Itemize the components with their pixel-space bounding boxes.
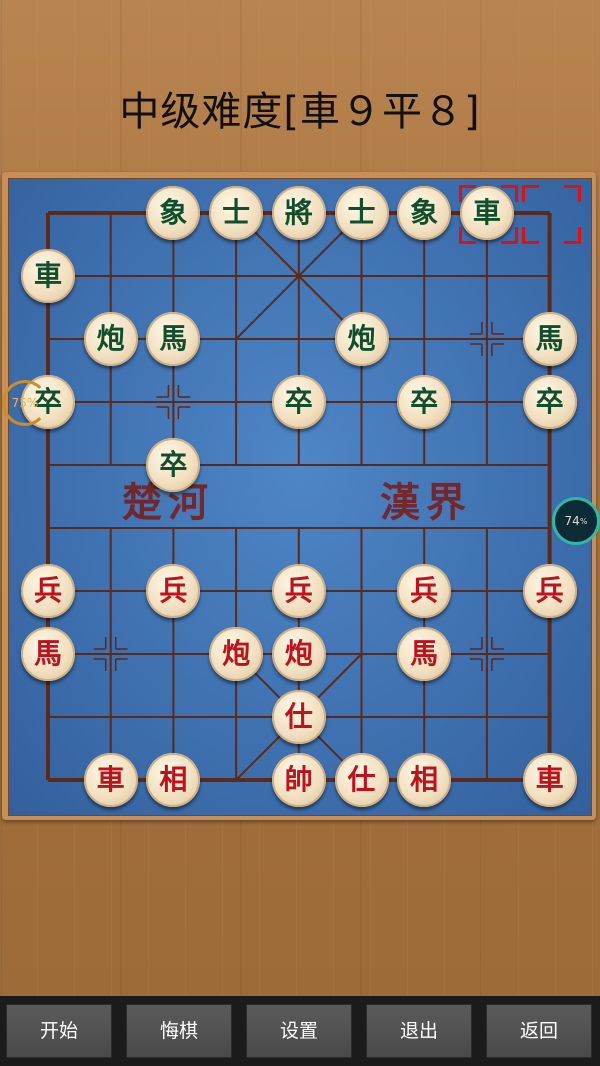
piece-label: 兵 [159, 574, 188, 607]
piece-label: 仕 [284, 700, 313, 733]
piece-label: 卒 [410, 385, 439, 418]
red-piece[interactable]: 兵 [397, 564, 452, 618]
river-label-han: 漢界 [380, 479, 472, 526]
piece-label: 相 [410, 763, 439, 796]
piece-label: 相 [159, 763, 188, 796]
red-piece[interactable]: 車 [522, 753, 577, 807]
black-piece[interactable]: 炮 [334, 312, 389, 366]
piece-label: 車 [535, 763, 564, 796]
piece-label: 炮 [284, 637, 313, 670]
piece-label: 車 [33, 259, 62, 292]
right-gauge-value: 74 [564, 514, 580, 528]
red-piece[interactable]: 兵 [522, 564, 577, 618]
piece-label: 炮 [96, 322, 125, 355]
selection-corner [521, 227, 539, 244]
board-grid [46, 211, 552, 782]
red-piece[interactable]: 兵 [146, 564, 201, 618]
piece-label: 卒 [535, 385, 564, 418]
black-piece[interactable]: 卒 [271, 375, 326, 429]
red-piece[interactable]: 炮 [271, 627, 326, 681]
piece-label: 車 [96, 763, 125, 796]
black-piece[interactable]: 馬 [522, 312, 577, 366]
black-piece[interactable]: 士 [334, 186, 389, 240]
piece-label: 兵 [410, 574, 439, 607]
red-piece[interactable]: 仕 [334, 753, 389, 807]
piece-label: 馬 [159, 322, 188, 355]
piece-label: 帥 [284, 763, 313, 796]
piece-label: 炮 [222, 637, 251, 670]
red-piece[interactable]: 相 [146, 753, 201, 807]
piece-label: 象 [410, 196, 439, 229]
right-gauge-unit: % [579, 516, 588, 526]
black-piece[interactable]: 象 [146, 186, 201, 240]
left-gauge-value: 75% [11, 396, 39, 410]
black-piece[interactable]: 卒 [146, 438, 201, 492]
black-piece[interactable]: 卒 [522, 375, 577, 429]
piece-label: 卒 [284, 385, 313, 418]
piece-label: 車 [472, 196, 501, 229]
selection-corner [521, 185, 539, 202]
piece-label: 兵 [33, 574, 62, 607]
piece-label: 馬 [535, 322, 564, 355]
red-piece[interactable]: 車 [83, 753, 138, 807]
red-piece[interactable]: 炮 [209, 627, 264, 681]
red-piece[interactable]: 馬 [397, 627, 452, 681]
red-piece[interactable]: 兵 [271, 564, 326, 618]
piece-label: 士 [222, 196, 251, 229]
black-piece[interactable]: 車 [21, 249, 75, 303]
piece-label: 馬 [410, 637, 439, 670]
undo-button[interactable]: 悔棋 [126, 1004, 232, 1058]
selection-corner [458, 227, 476, 244]
black-piece[interactable]: 卒 [397, 375, 452, 429]
black-piece[interactable]: 象 [397, 186, 452, 240]
piece-label: 仕 [347, 763, 376, 796]
piece-label: 炮 [347, 322, 376, 355]
red-piece[interactable]: 帥 [271, 753, 326, 807]
black-piece[interactable]: 士 [209, 186, 264, 240]
red-piece[interactable]: 馬 [21, 627, 75, 681]
piece-label: 兵 [284, 574, 313, 607]
left-progress-gauge: 75% [2, 380, 48, 426]
red-piece[interactable]: 仕 [271, 690, 326, 744]
exit-button[interactable]: 退出 [366, 1004, 472, 1058]
selection-corner [500, 185, 518, 202]
black-piece[interactable]: 將 [271, 186, 326, 240]
piece-label: 兵 [535, 574, 564, 607]
selection-corner [563, 185, 581, 202]
right-progress-gauge: 74% [552, 497, 600, 545]
piece-label: 象 [159, 196, 188, 229]
piece-label: 卒 [159, 448, 188, 481]
piece-label: 馬 [33, 637, 62, 670]
red-piece[interactable]: 相 [397, 753, 452, 807]
start-button[interactable]: 开始 [6, 1004, 112, 1058]
selection-corner [458, 185, 476, 202]
red-piece[interactable]: 兵 [21, 564, 75, 618]
bottom-toolbar: 开始 悔棋 设置 退出 返回 [0, 996, 600, 1066]
settings-button[interactable]: 设置 [246, 1004, 352, 1058]
piece-label: 將 [284, 196, 313, 229]
selection-corner [563, 227, 581, 244]
black-piece[interactable]: 馬 [146, 312, 201, 366]
black-piece[interactable]: 炮 [83, 312, 138, 366]
piece-label: 士 [347, 196, 376, 229]
selection-corner [500, 227, 518, 244]
back-button[interactable]: 返回 [486, 1004, 592, 1058]
